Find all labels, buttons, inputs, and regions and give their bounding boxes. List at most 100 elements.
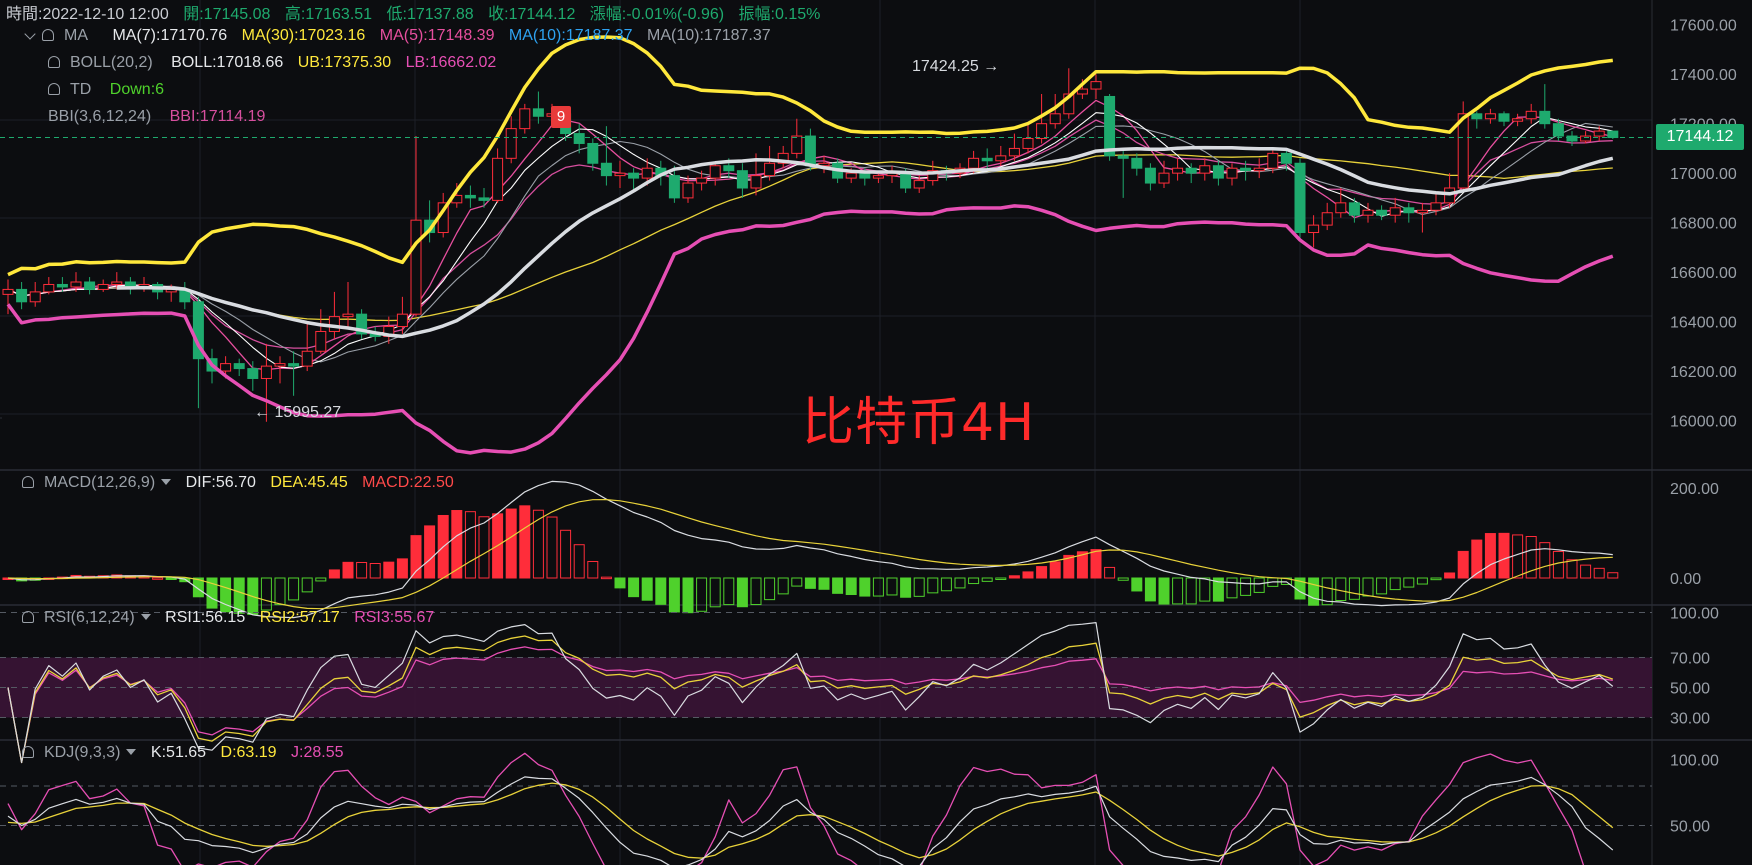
rsi1-value: RSI1:56.15 (165, 609, 246, 626)
low-label: 低:17137.88 (386, 6, 474, 23)
dif-value: DIF:56.70 (185, 474, 256, 491)
macd-bar-negative (614, 577, 626, 589)
caret-down-icon[interactable] (140, 614, 151, 620)
macd-bar-negative (940, 577, 952, 592)
kdj-d-line (7, 782, 1614, 859)
macd-bar-positive (1512, 534, 1524, 579)
candle-body (1185, 167, 1197, 174)
macd-bar-negative (641, 577, 653, 601)
candle-body (1362, 209, 1374, 216)
boll-name: BOLL(20,2) (70, 54, 153, 71)
bell-icon[interactable] (22, 476, 34, 488)
macd-bar-negative (872, 577, 884, 597)
candle-body (872, 175, 884, 179)
macd-bar-negative (1416, 577, 1428, 585)
candle-body (396, 313, 408, 328)
candle-body (464, 194, 476, 199)
macd-bar-positive (1457, 550, 1469, 579)
macd-bar-positive (396, 558, 408, 579)
ma-legend[interactable]: MA MA(7):17170.76 MA(30):17023.16 MA(5):… (20, 27, 781, 45)
candle-body (70, 281, 82, 288)
candle-body (845, 172, 857, 179)
boll-mid-value: BOLL:17018.66 (171, 54, 284, 71)
caret-down-icon[interactable] (126, 749, 137, 755)
td-name: TD (70, 81, 92, 98)
macd-bar-positive (1008, 575, 1020, 579)
price-ytick-label: 16400.00 (1670, 315, 1737, 332)
macd-bar-positive (328, 569, 340, 579)
bbi-name: BBI(3,6,12,24) (48, 108, 152, 125)
macd-bar-positive (1104, 566, 1116, 579)
macd-bar-negative (696, 577, 708, 612)
kdj-legend[interactable]: KDJ(9,3,3) K:51.65 D:63.19 J:28.55 (22, 744, 354, 762)
macd-bar-negative (1226, 577, 1238, 599)
candle-body (1226, 167, 1238, 179)
candle-body (1144, 167, 1156, 184)
price-ytick-label: 17400.00 (1670, 67, 1737, 84)
bell-icon[interactable] (48, 56, 60, 68)
rsi-ytick-label: 100.00 (1670, 606, 1719, 623)
macd-bar-positive (1471, 539, 1483, 579)
macd-bar-negative (791, 577, 803, 587)
macd-bar-negative (900, 577, 912, 598)
rsi3-value: RSI3:55.67 (354, 609, 435, 626)
kdj-k-line (7, 776, 1614, 865)
macd-bar-negative (954, 577, 966, 589)
macd-bar-negative (288, 577, 300, 601)
macd-bar-positive (587, 560, 599, 579)
macd-bar-positive (1036, 566, 1048, 579)
macd-bar-negative (777, 577, 789, 595)
caret-down-icon[interactable] (161, 479, 172, 485)
bell-icon[interactable] (42, 29, 54, 41)
candle-body (220, 363, 232, 372)
bell-icon[interactable] (22, 746, 34, 758)
candle-body (1457, 113, 1469, 189)
macd-bar-negative (832, 577, 844, 594)
candle-body (682, 182, 694, 199)
candle-body (97, 283, 109, 290)
macd-bar-positive (1484, 533, 1496, 579)
macd-name: MACD(12,26,9) (44, 474, 156, 491)
bbi-legend[interactable]: BBI(3,6,12,24) BBI:17114.19 (48, 108, 275, 126)
macd-bar-negative (1185, 577, 1197, 605)
macd-bar-positive (383, 561, 395, 579)
time-label: 時間:2022-12-10 12:00 (6, 6, 169, 23)
macd-bar-negative (1144, 577, 1156, 602)
bell-icon[interactable] (48, 83, 60, 95)
ma30-value: MA(30):17023.16 (241, 27, 366, 44)
boll-legend[interactable]: BOLL(20,2) BOLL:17018.66 UB:17375.30 LB:… (48, 54, 506, 72)
macd-bar-positive (1580, 564, 1592, 579)
macd-bar-negative (1362, 577, 1374, 597)
candle-body (1389, 207, 1401, 216)
macd-bar-negative (818, 577, 830, 590)
td-value: Down:6 (109, 81, 165, 98)
dea-value: DEA:45.45 (270, 474, 348, 491)
candle-body (1090, 81, 1102, 90)
bell-icon[interactable] (22, 611, 34, 623)
rsi-legend[interactable]: RSI(6,12,24) RSI1:56.15 RSI2:57.17 RSI3:… (22, 609, 444, 627)
candle-body (736, 170, 748, 189)
chevron-down-icon[interactable] (24, 28, 36, 40)
macd-legend[interactable]: MACD(12,26,9) DIF:56.70 DEA:45.45 MACD:2… (22, 474, 464, 492)
candle-body (1294, 162, 1306, 234)
candle-body (274, 363, 286, 367)
macd-bar-positive (1593, 567, 1605, 579)
candle-body (260, 365, 272, 379)
candle-body (600, 162, 612, 177)
boll-ub-value: UB:17375.30 (297, 54, 392, 71)
current-price-tag: 17144.12 (1656, 124, 1744, 150)
candle-body (1471, 113, 1483, 120)
k-value: K:51.65 (150, 744, 207, 761)
amplitude-label: 振幅:0.15% (738, 6, 821, 23)
rsi2-value: RSI2:57.17 (259, 609, 340, 626)
macd-bar-negative (1117, 577, 1129, 581)
candle-body (301, 350, 313, 367)
macd-bar-negative (1348, 577, 1360, 600)
macd-bar-positive (342, 561, 354, 579)
td-legend[interactable]: TD Down:6 (48, 81, 174, 99)
candle-body (1512, 118, 1524, 122)
macd-ytick-label: 0.00 (1670, 571, 1701, 588)
candle-body (478, 197, 490, 201)
macd-bar-negative (845, 577, 857, 596)
candle-body (1131, 157, 1143, 169)
